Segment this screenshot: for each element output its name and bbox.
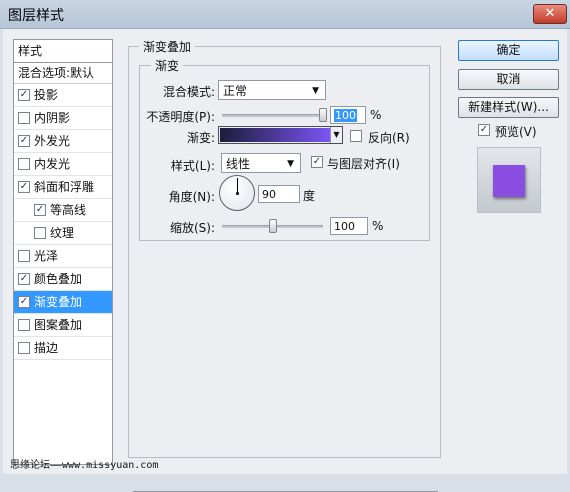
style-item-checkbox[interactable] xyxy=(18,341,30,354)
style-item-checkbox[interactable]: ✓ xyxy=(18,272,30,285)
style-item-checkbox[interactable] xyxy=(34,226,46,239)
style-item[interactable]: ✓ 等高线 xyxy=(14,199,112,222)
opacity-percent: % xyxy=(370,108,382,122)
gradient-dropdown-arrow-icon[interactable]: ▼ xyxy=(330,127,342,143)
opacity-label: 不透明度(P): xyxy=(146,110,215,124)
style-item-label: 内阴影 xyxy=(34,111,71,125)
scale-input[interactable]: 100 xyxy=(330,217,368,235)
dropdown-arrow-icon: ▼ xyxy=(287,159,294,169)
degree-unit: 度 xyxy=(303,189,316,203)
styles-list: 样式 混合选项:默认 ✓ 投影内阴影 ✓ 外发光内发光 ✓ 斜面和浮雕 ✓ 等高线纹理光泽 ✓ 颜… xyxy=(13,39,113,465)
align-with-layer-checkbox[interactable]: ✓ xyxy=(311,156,323,168)
style-item[interactable]: 图案叠加 xyxy=(14,314,112,337)
style-item-label: 光泽 xyxy=(34,249,59,263)
style-item[interactable]: 描边 xyxy=(14,337,112,360)
style-item[interactable]: ✓ 外发光 xyxy=(14,130,112,153)
style-item[interactable]: 纹理 xyxy=(14,222,112,245)
style-item-checkbox[interactable]: ✓ xyxy=(18,180,30,193)
style-item-label: 描边 xyxy=(34,341,59,355)
style-item[interactable]: ✓ 渐变叠加 xyxy=(14,291,112,314)
dropdown-arrow-icon: ▼ xyxy=(312,86,319,96)
close-button[interactable]: ✕ xyxy=(533,4,567,24)
align-with-layer-label[interactable]: 与图层对齐(I) xyxy=(327,155,400,172)
angle-center xyxy=(236,192,239,195)
style-value: 线性 xyxy=(226,157,251,171)
gradient-subgroup-title: 渐变 xyxy=(151,57,184,74)
style-item[interactable]: 内发光 xyxy=(14,153,112,176)
style-item-checkbox[interactable] xyxy=(18,318,30,331)
gradient-label: 渐变: xyxy=(186,131,215,145)
angle-needle xyxy=(237,178,238,193)
gradient-overlay-title: 渐变叠加 xyxy=(139,38,196,55)
style-item-label: 斜面和浮雕 xyxy=(34,180,95,194)
window-title: 图层样式 xyxy=(8,8,64,24)
opacity-input[interactable]: 100 xyxy=(330,106,366,124)
opacity-slider-track[interactable] xyxy=(222,114,323,117)
style-item-label: 等高线 xyxy=(50,203,87,217)
angle-value: 90 xyxy=(262,188,276,201)
style-item-checkbox[interactable]: ✓ xyxy=(18,295,30,308)
style-item[interactable]: ✓ 颜色叠加 xyxy=(14,268,112,291)
angle-dial[interactable] xyxy=(219,175,255,211)
preview-checkbox[interactable]: ✓ xyxy=(478,124,490,136)
cancel-button[interactable]: 取消 xyxy=(458,69,559,90)
style-item-label: 外发光 xyxy=(34,134,71,148)
style-label: 样式(L): xyxy=(170,159,215,173)
opacity-value: 100 xyxy=(334,109,357,122)
style-item[interactable]: ✓ 投影 xyxy=(14,84,112,107)
style-item-label: 颜色叠加 xyxy=(34,272,83,286)
style-item-checkbox[interactable] xyxy=(18,157,30,170)
blend-mode-label: 混合模式: xyxy=(163,85,216,99)
ok-button[interactable]: 确定 xyxy=(458,40,559,61)
style-item-checkbox[interactable] xyxy=(18,111,30,124)
style-item-label: 投影 xyxy=(34,88,59,102)
style-item-checkbox[interactable] xyxy=(18,249,30,262)
scale-label: 缩放(S): xyxy=(169,221,215,235)
style-preview-swatch xyxy=(493,165,525,197)
style-item[interactable]: 内阴影 xyxy=(14,107,112,130)
title-bar: 图层样式 ✕ xyxy=(0,0,570,29)
new-style-button[interactable]: 新建样式(W)... xyxy=(458,97,559,118)
style-preview-box xyxy=(477,147,541,213)
style-item-checkbox[interactable]: ✓ xyxy=(34,203,46,216)
style-item[interactable]: ✓ 斜面和浮雕 xyxy=(14,176,112,199)
blend-mode-select[interactable]: 正常 ▼ xyxy=(218,80,326,100)
style-item-checkbox[interactable]: ✓ xyxy=(18,134,30,147)
reverse-checkbox[interactable] xyxy=(350,130,362,142)
gradient-preview[interactable] xyxy=(220,128,330,142)
watermark-text: 思缘论坛——www.missyuan.com xyxy=(10,460,159,471)
scale-percent: % xyxy=(372,219,384,233)
angle-input[interactable]: 90 xyxy=(258,185,300,203)
blend-mode-value: 正常 xyxy=(223,84,248,98)
blend-options-item[interactable]: 混合选项:默认 xyxy=(14,63,112,84)
style-item-label: 图案叠加 xyxy=(34,318,83,332)
angle-label: 角度(N): xyxy=(168,190,215,204)
dialog-client: 样式 混合选项:默认 ✓ 投影内阴影 ✓ 外发光内发光 ✓ 斜面和浮雕 ✓ 等高线纹理光泽 ✓ 颜… xyxy=(3,29,567,492)
style-item-label: 内发光 xyxy=(34,157,71,171)
reverse-label[interactable]: 反向(R) xyxy=(368,129,410,146)
style-item[interactable]: 光泽 xyxy=(14,245,112,268)
style-item-label: 渐变叠加 xyxy=(34,295,83,309)
preview-label[interactable]: 预览(V) xyxy=(495,123,537,140)
style-item-label: 纹理 xyxy=(50,226,75,240)
scale-slider-thumb[interactable] xyxy=(268,219,277,233)
style-select[interactable]: 线性 ▼ xyxy=(221,153,301,173)
gradient-picker[interactable]: ▼ xyxy=(218,126,343,144)
scale-value: 100 xyxy=(334,220,355,233)
opacity-slider-thumb[interactable] xyxy=(319,108,327,122)
style-item-checkbox[interactable]: ✓ xyxy=(18,88,30,101)
styles-header[interactable]: 样式 xyxy=(14,40,112,63)
